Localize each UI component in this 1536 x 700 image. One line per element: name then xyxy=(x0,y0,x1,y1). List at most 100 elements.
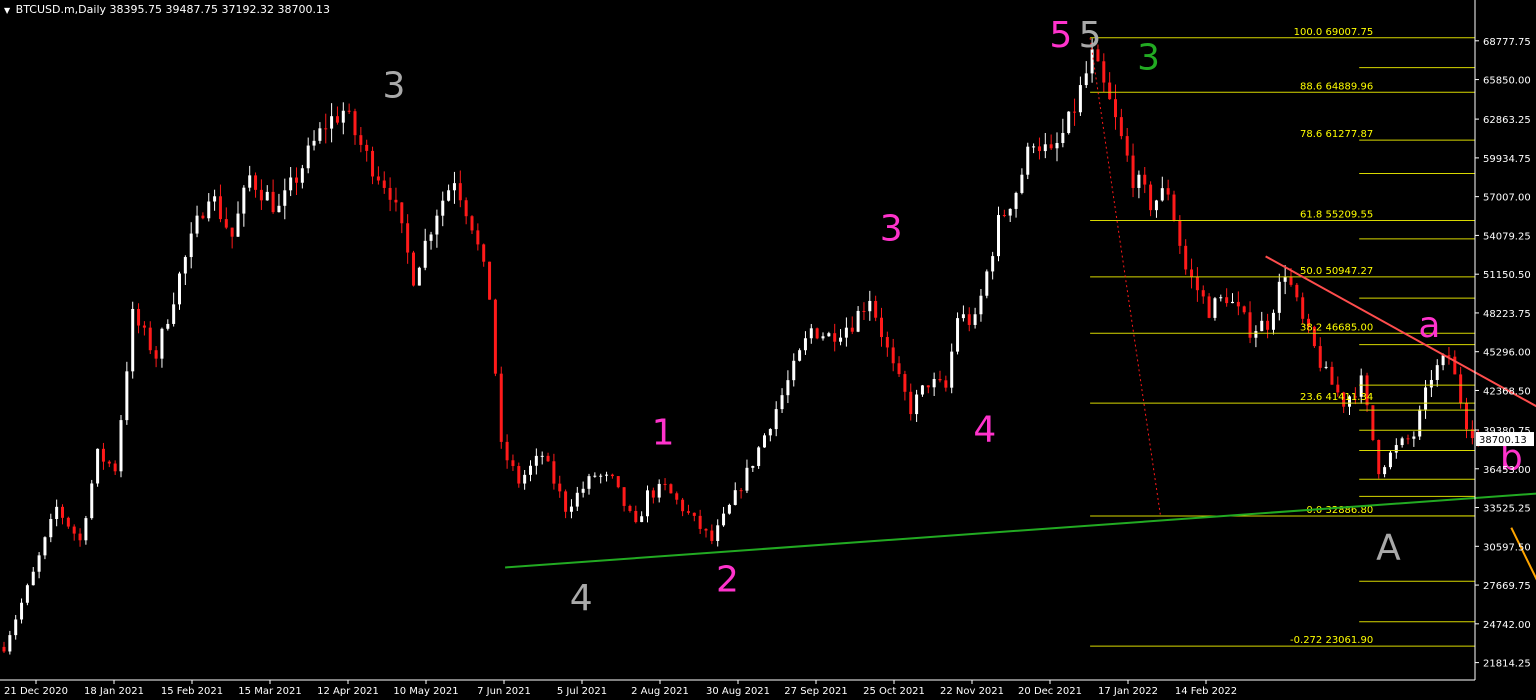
x-tick-label: 21 Dec 2020 xyxy=(4,686,68,697)
candle-body xyxy=(488,261,492,300)
candle-body xyxy=(43,537,47,556)
candle-body xyxy=(72,526,76,534)
candle-body xyxy=(1248,312,1252,338)
y-tick-label: 42368.50 xyxy=(1483,386,1531,397)
candle-body xyxy=(663,483,667,485)
wave-label: 1 xyxy=(652,412,675,453)
candle-body xyxy=(646,490,649,517)
candle-body xyxy=(435,215,439,235)
fib-label: 50.0 50947.27 xyxy=(1300,266,1373,277)
candle-body xyxy=(593,475,597,477)
candle-body xyxy=(1394,445,1398,453)
candle-body xyxy=(1026,146,1030,175)
wave-label: 4 xyxy=(973,410,996,451)
candle-body xyxy=(599,475,603,477)
candle-body xyxy=(1143,174,1147,185)
candle-body xyxy=(1231,301,1234,304)
candle-body xyxy=(218,196,222,220)
candle-body xyxy=(330,116,334,129)
wave-label: A xyxy=(1376,528,1401,569)
fib-label: 38.2 46685.00 xyxy=(1300,322,1373,333)
candle-body xyxy=(704,528,708,531)
wave-label: 5 xyxy=(1079,15,1102,56)
candle-body xyxy=(423,240,427,268)
candle-body xyxy=(482,244,486,262)
x-tick-label: 17 Jan 2022 xyxy=(1098,686,1158,697)
candle-body xyxy=(821,336,825,339)
candle-body xyxy=(1184,245,1188,270)
candle-body xyxy=(25,585,29,603)
chart-background xyxy=(0,0,1536,700)
fib-label: 23.6 41411.34 xyxy=(1300,392,1373,403)
y-tick-label: 48223.75 xyxy=(1483,309,1531,320)
x-tick-label: 27 Sep 2021 xyxy=(784,686,847,697)
candle-body xyxy=(529,465,532,475)
x-tick-label: 12 Apr 2021 xyxy=(317,686,379,697)
candle-body xyxy=(1424,387,1428,410)
candle-body xyxy=(248,175,252,188)
candle-body xyxy=(920,385,924,395)
candle-body xyxy=(201,215,205,219)
candle-body xyxy=(1190,269,1194,278)
candle-body xyxy=(616,476,620,488)
candle-body xyxy=(318,128,322,141)
candle-body xyxy=(1330,366,1334,385)
candle-body xyxy=(1055,142,1059,149)
candle-body xyxy=(511,460,515,467)
x-tick-label: 10 May 2021 xyxy=(393,686,458,697)
x-tick-label: 5 Jul 2021 xyxy=(557,686,607,697)
candle-body xyxy=(757,447,761,466)
chart[interactable]: 100.0 69007.75 88.6 64889.96 78.6 61277.87… xyxy=(0,0,1536,700)
candle-body xyxy=(476,230,480,245)
candle-body xyxy=(897,363,901,375)
fib-label: 61.8 55209.55 xyxy=(1300,209,1373,220)
candle-body xyxy=(581,488,585,493)
candle-body xyxy=(394,199,398,203)
wave-label: 3 xyxy=(1137,38,1160,79)
candle-body xyxy=(885,337,889,348)
candle-body xyxy=(464,200,468,217)
candle-body xyxy=(8,635,12,652)
candle-body xyxy=(792,360,796,381)
y-tick-label: 59934.75 xyxy=(1483,154,1531,165)
candle-body xyxy=(751,465,755,468)
candle-body xyxy=(365,144,369,151)
x-tick-label: 20 Dec 2021 xyxy=(1018,686,1082,697)
candle-body xyxy=(874,300,878,318)
candle-body xyxy=(1406,438,1410,440)
dropdown-triangle-icon[interactable]: ▼ xyxy=(4,6,10,15)
candle-body xyxy=(786,380,790,396)
candle-body xyxy=(733,490,737,505)
candle-body xyxy=(242,187,246,214)
candle-body xyxy=(628,505,632,511)
candle-body xyxy=(1388,452,1392,468)
candle-body xyxy=(1032,146,1036,148)
candle-body xyxy=(552,461,556,484)
candle-body xyxy=(961,314,965,319)
candle-body xyxy=(1037,146,1041,152)
candle-body xyxy=(686,511,690,513)
candle-body xyxy=(61,506,64,518)
candle-body xyxy=(739,490,743,492)
candle-body xyxy=(195,215,199,234)
x-tick-label: 15 Mar 2021 xyxy=(238,686,301,697)
candle-body xyxy=(312,140,316,146)
candle-body xyxy=(839,337,843,342)
candle-body xyxy=(850,327,854,332)
y-tick-label: 24742.00 xyxy=(1483,620,1531,631)
candle-body xyxy=(1318,346,1322,368)
fib-label: 100.0 69007.75 xyxy=(1294,27,1374,38)
candle-body xyxy=(441,200,445,216)
candle-body xyxy=(1225,297,1229,304)
candle-body xyxy=(493,299,497,374)
candle-body xyxy=(1125,136,1129,156)
candle-body xyxy=(575,492,579,507)
candle-body xyxy=(722,513,726,526)
candle-body xyxy=(587,476,591,489)
candle-body xyxy=(1400,438,1404,446)
candle-body xyxy=(803,338,807,351)
candle-body xyxy=(505,441,509,461)
candle-body xyxy=(681,499,685,512)
candle-body xyxy=(1043,144,1047,152)
candle-body xyxy=(610,474,614,477)
